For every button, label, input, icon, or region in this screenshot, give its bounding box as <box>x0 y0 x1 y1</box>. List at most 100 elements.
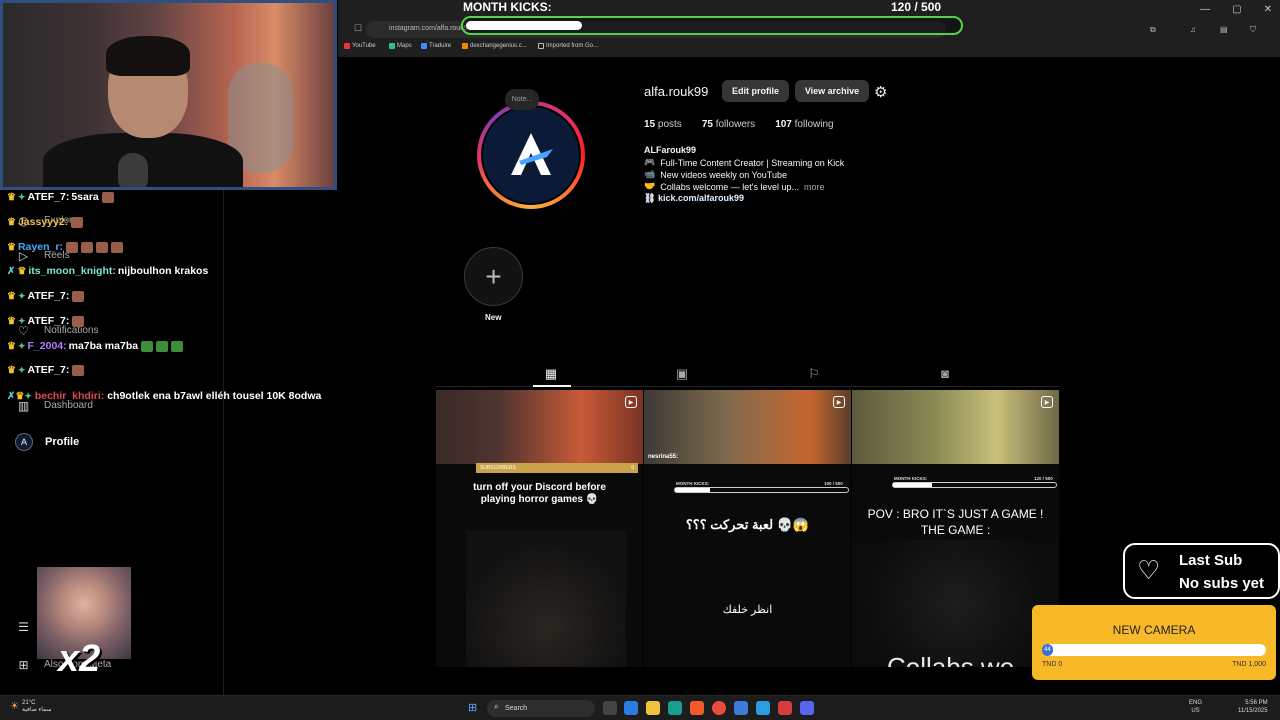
plus-icon: + <box>485 260 502 292</box>
avatar: A <box>15 433 33 451</box>
bio-more-link[interactable]: more <box>804 182 825 192</box>
edge-icon[interactable] <box>668 701 682 715</box>
badge-icon: ✦ <box>17 364 26 375</box>
kicks-fill <box>893 483 933 487</box>
saved-icon[interactable]: ⚐ <box>806 366 822 382</box>
last-sub-widget: ♡ Last Sub No subs yet <box>1123 543 1280 599</box>
post-tile[interactable]: ▶ nesrina55: MONTH KICKS: 100 / 500 لعبة… <box>644 390 851 667</box>
shield-icon[interactable]: ⛉ <box>1250 25 1256 35</box>
bio-text: Full-Time Content Creator | Streaming on… <box>660 157 845 168</box>
time-text: 5:56 PM <box>1245 700 1268 706</box>
windows-start-icon[interactable]: ⊞ <box>468 701 477 714</box>
edit-profile-button[interactable]: Edit profile <box>722 80 789 102</box>
followers-stat[interactable]: 75 followers <box>702 119 755 130</box>
bio-line: 🤝 Collabs welcome — let's level up... more <box>644 181 825 192</box>
goal-current: TND 0 <box>1042 661 1063 668</box>
app-icon[interactable] <box>756 701 770 715</box>
chat-message: ♛ Rayen_r: <box>7 241 123 253</box>
gear-icon[interactable]: ⚙ <box>874 83 887 101</box>
extension-icon[interactable]: ⧉ <box>1150 25 1156 35</box>
chat-message: ♛ ✦ ATEF_7: <box>7 290 85 302</box>
bio-link[interactable]: ⛓ kick.com/alfarouk99 <box>644 193 744 204</box>
bookmark-star-icon[interactable]: ☐ <box>354 23 362 34</box>
post-tile[interactable]: ▶ SUBSCRIBERS 6 turn off your Discord bef… <box>436 390 643 667</box>
chat-user: bechir_khdiri: <box>34 390 105 402</box>
emote-icon <box>80 241 93 253</box>
microphone <box>118 153 148 187</box>
badge-icon: ✦ <box>17 315 26 326</box>
emote-icon <box>171 340 184 352</box>
goal-fill: 44 <box>1042 644 1054 656</box>
kicks-bar <box>892 482 1057 488</box>
app-icon[interactable] <box>734 701 748 715</box>
chat-user: ATEF_7: <box>27 364 70 376</box>
bookmark-youtube[interactable]: YouTube <box>344 43 376 49</box>
chat-user: Rayen_r: <box>17 241 63 253</box>
weather-widget[interactable]: 21°C سماء صافية <box>22 700 52 714</box>
kicks-label: MONTH KICKS: <box>676 481 710 486</box>
crown-icon: ♛ <box>7 216 16 228</box>
following-count: 107 <box>775 119 792 130</box>
app-icon[interactable] <box>624 701 638 715</box>
brave-icon[interactable] <box>690 701 704 715</box>
new-highlight-label: New <box>485 313 502 322</box>
region-text: US <box>1191 708 1200 714</box>
view-archive-button[interactable]: View archive <box>795 80 869 102</box>
maximize-icon[interactable]: ▢ <box>1232 4 1241 15</box>
language-indicator[interactable]: ENG US <box>1189 699 1202 715</box>
url-text[interactable]: instagram.com/alfa.rouk99 <box>389 25 471 32</box>
tab-active-indicator <box>533 385 571 387</box>
task-view-icon[interactable] <box>603 701 617 715</box>
bookmark-traduire[interactable]: Traduire <box>421 43 451 49</box>
close-icon[interactable]: ✕ <box>1264 4 1272 15</box>
grid-icon[interactable]: ▦ <box>543 366 559 382</box>
chat-message: ♛ ✦ ATEF_7: 5sara <box>7 191 114 203</box>
folder-icon[interactable] <box>646 701 660 715</box>
reels-tab-icon[interactable]: ▣ <box>674 366 690 382</box>
following-stat[interactable]: 107 following <box>775 119 833 130</box>
tagged-icon[interactable]: ◙ <box>937 366 953 382</box>
emote-icon <box>71 216 84 228</box>
sidebar-icon[interactable]: ▤ <box>1220 25 1228 34</box>
chat-message: ♛ ✦ F_2004: ma7ba ma7ba <box>7 340 184 352</box>
chat-text: nijboulhon krakos <box>117 265 209 277</box>
tabs-divider <box>436 386 1059 387</box>
emote-icon <box>141 340 154 352</box>
post-caption: turn off your Discord before playing hor… <box>473 482 606 505</box>
month-kicks-label: MONTH KICKS: <box>463 0 552 14</box>
chrome-icon[interactable] <box>712 701 726 715</box>
followers-count: 75 <box>701 119 713 130</box>
sidebar-item-profile[interactable]: A Profile <box>15 433 79 451</box>
note-bubble[interactable]: Note... <box>505 89 539 110</box>
more-menu-button[interactable]: ☰ <box>15 618 32 635</box>
chat-text: ch9otlek ena b7awl elléh tousel 10K 8odw… <box>107 390 322 402</box>
bio-text: Collabs welcome — let's level up... <box>660 181 799 192</box>
taskbar-search[interactable]: Search <box>487 700 595 717</box>
crown-icon: ♛ <box>7 315 16 327</box>
new-highlight-button[interactable]: + <box>464 247 523 306</box>
posts-stat: 15 posts <box>644 119 682 130</box>
post-thumbnail <box>644 390 851 464</box>
bookmark-label: Traduire <box>429 43 452 49</box>
bookmark-maps[interactable]: Maps <box>389 43 412 49</box>
month-kicks-progress <box>461 16 963 35</box>
clock[interactable]: 5:56 PM 11/15/2025 <box>1238 699 1268 715</box>
profile-avatar[interactable] <box>481 105 581 205</box>
followers-label: followers <box>715 119 756 130</box>
posts-label: posts <box>657 119 682 130</box>
bookmark-dexchange[interactable]: dexchangegenius.c... <box>462 43 527 49</box>
app-icon[interactable] <box>778 701 792 715</box>
post-tile[interactable]: ▶ MONTH KICKS: 120 / 500 POV : BRO IT`S … <box>852 390 1059 667</box>
bookmark-label: Maps <box>397 43 412 49</box>
bookmark-imported[interactable]: Imported from Go... <box>538 43 598 49</box>
emote-icon <box>95 241 108 253</box>
badge-icon: ✦ <box>24 391 32 401</box>
chat-snippet: nesrina55: <box>648 454 678 460</box>
music-icon[interactable]: ♫ <box>1190 25 1196 34</box>
emote-icon <box>72 364 85 376</box>
discord-icon[interactable] <box>800 701 814 715</box>
overlay-text: Collabs we <box>887 652 1015 667</box>
gamepad-icon: 🎮 <box>644 157 656 167</box>
post-thumbnail <box>436 390 643 464</box>
minimize-icon[interactable]: — <box>1200 4 1210 15</box>
